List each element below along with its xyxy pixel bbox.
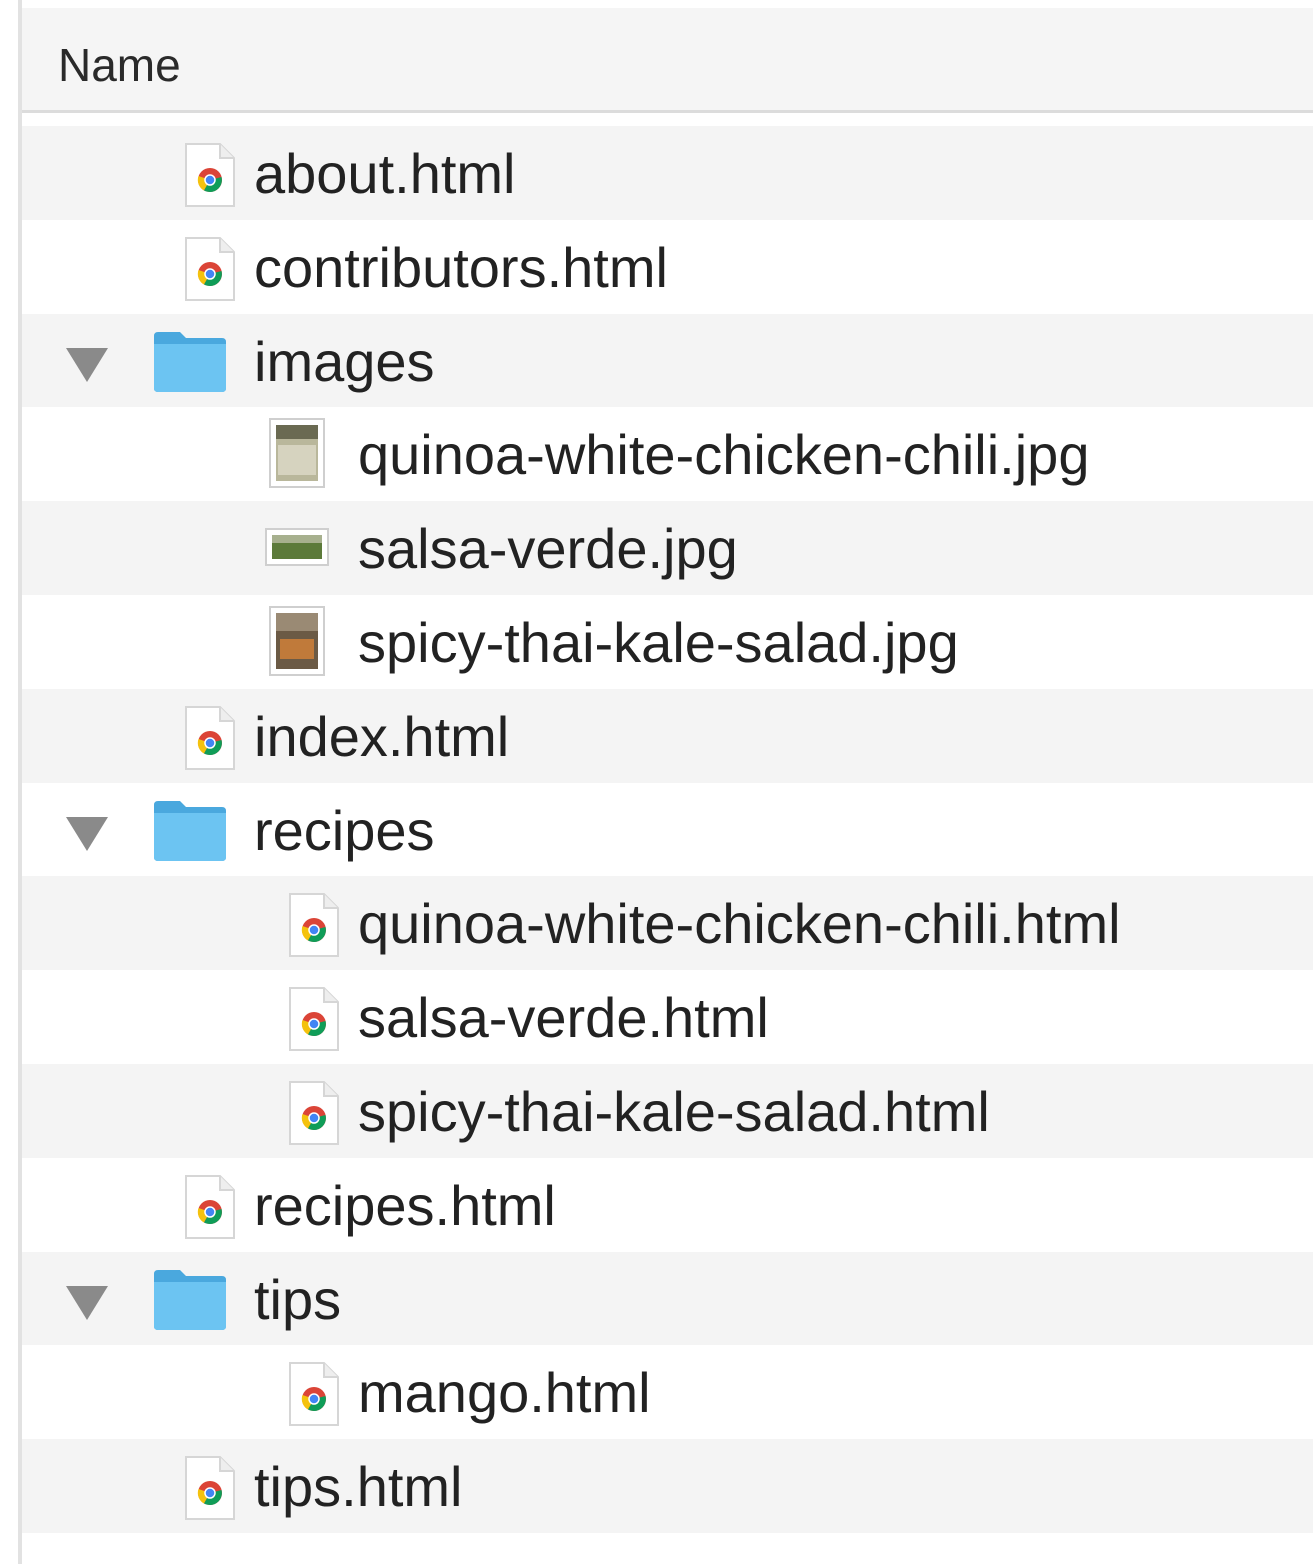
file-name-label: index.html — [254, 704, 510, 768]
html-file-icon — [284, 984, 342, 1059]
list-item-mango-html[interactable]: mango.html — [22, 1345, 1313, 1440]
list-item-quinoa-white-chicken-chili-jpg[interactable]: quinoa-white-chicken-chili.jpg — [22, 407, 1313, 502]
file-name-label: spicy-thai-kale-salad.html — [358, 1079, 990, 1143]
list-item-spicy-thai-kale-salad-jpg[interactable]: spicy-thai-kale-salad.jpg — [22, 594, 1313, 689]
file-name-label: recipes.html — [254, 1173, 556, 1237]
list-item-about-html[interactable]: about.html — [22, 126, 1313, 220]
html-file-icon — [284, 1359, 342, 1434]
list-item-tips[interactable]: tips — [22, 1251, 1313, 1346]
folder-icon — [150, 795, 230, 872]
list-item-recipes[interactable]: recipes — [22, 782, 1313, 877]
list-item-quinoa-white-chicken-chili-html[interactable]: quinoa-white-chicken-chili.html — [22, 876, 1313, 971]
list-item-images[interactable]: images — [22, 313, 1313, 408]
html-file-icon — [180, 1453, 238, 1528]
file-name-label: tips.html — [254, 1455, 463, 1519]
file-name-label: quinoa-white-chicken-chili.jpg — [358, 423, 1090, 487]
file-name-label: about.html — [254, 142, 516, 205]
disclosure-triangle-icon[interactable] — [66, 347, 108, 382]
file-name-label: mango.html — [358, 1361, 651, 1425]
name-column-label: Name — [58, 39, 181, 91]
finder-list-view: Name about.html contributors.html images… — [0, 0, 1313, 1564]
file-name-label: salsa-verde.html — [358, 986, 769, 1050]
list-item-salsa-verde-html[interactable]: salsa-verde.html — [22, 970, 1313, 1064]
file-name-label: salsa-verde.jpg — [358, 517, 738, 581]
disclosure-triangle-icon[interactable] — [66, 816, 108, 851]
column-header[interactable]: Name — [22, 8, 1313, 113]
html-file-icon — [180, 234, 238, 309]
html-file-icon — [180, 703, 238, 778]
file-name-label: images — [254, 329, 435, 393]
image-thumbnail-icon — [264, 511, 330, 586]
folder-icon — [150, 1264, 230, 1341]
folder-icon — [150, 326, 230, 403]
html-file-icon — [180, 1172, 238, 1247]
list-item-index-html[interactable]: index.html — [22, 688, 1313, 783]
file-list: about.html contributors.html images quin… — [22, 126, 1313, 1533]
file-name-label: contributors.html — [254, 235, 668, 299]
list-item-contributors-html[interactable]: contributors.html — [22, 219, 1313, 314]
html-file-icon — [284, 1078, 342, 1153]
list-item-tips-html[interactable]: tips.html — [22, 1439, 1313, 1533]
list-item-recipes-html[interactable]: recipes.html — [22, 1157, 1313, 1252]
image-thumbnail-icon — [264, 605, 330, 682]
file-name-label: quinoa-white-chicken-chili.html — [358, 892, 1121, 956]
file-name-label: spicy-thai-kale-salad.jpg — [358, 610, 959, 674]
list-item-spicy-thai-kale-salad-html[interactable]: spicy-thai-kale-salad.html — [22, 1063, 1313, 1158]
file-name-label: tips — [254, 1267, 342, 1331]
list-item-salsa-verde-jpg[interactable]: salsa-verde.jpg — [22, 501, 1313, 595]
disclosure-triangle-icon[interactable] — [66, 1285, 108, 1320]
html-file-icon — [284, 890, 342, 965]
image-thumbnail-icon — [264, 417, 330, 494]
html-file-icon — [180, 140, 238, 215]
file-name-label: recipes — [254, 798, 435, 862]
